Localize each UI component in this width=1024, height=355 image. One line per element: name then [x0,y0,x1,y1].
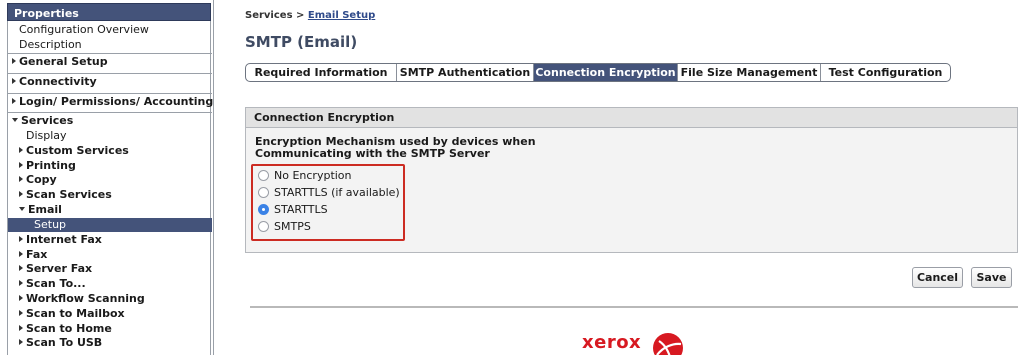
tab-required-information[interactable]: Required Information [246,64,397,81]
tab-test-configuration[interactable]: Test Configuration [821,64,950,81]
expand-arrow-icon [19,280,23,286]
expand-arrow-icon [19,162,23,168]
expand-arrow-icon [19,176,23,182]
expand-arrow-icon [19,339,23,345]
highlight-box: No Encryption STARTTLS (if available) ST… [251,164,405,241]
radio-starttls-if-available[interactable]: STARTTLS (if available) [258,184,400,200]
sidebar-item-scan-to-usb[interactable]: Scan To USB [19,336,223,350]
tab-smtp-authentication[interactable]: SMTP Authentication [397,64,534,81]
sidebar-item-internet-fax[interactable]: Internet Fax [19,233,223,247]
sidebar-item-scan-to[interactable]: Scan To... [19,277,223,291]
page-title: SMTP (Email) [245,33,358,51]
sidebar-item-services[interactable]: Services [12,114,216,128]
sidebar-item-copy[interactable]: Copy [19,173,223,187]
panel-title: Connection Encryption [246,108,1017,128]
sidebar-item-display[interactable]: Display [26,129,230,143]
tab-bar: Required Information SMTP Authentication… [245,63,951,82]
sidebar-header: Properties [7,3,211,21]
radio-unchecked-icon [258,186,269,198]
collapse-arrow-icon [19,207,25,211]
expand-arrow-icon [12,58,16,64]
sidebar-divider [8,93,212,94]
expand-arrow-icon [19,236,23,242]
expand-arrow-icon [19,295,23,301]
sidebar-tree: Configuration Overview Description Gener… [7,21,213,355]
sidebar-item-email[interactable]: Email [19,203,223,217]
collapse-arrow-icon [12,118,18,122]
expand-arrow-icon [12,98,16,104]
sidebar-divider [8,112,212,113]
expand-arrow-icon [19,310,23,316]
sidebar-item-server-fax[interactable]: Server Fax [19,262,223,276]
sidebar-item-description[interactable]: Description [19,38,223,52]
sidebar-item-custom-services[interactable]: Custom Services [19,144,223,158]
sidebar-item-scan-services[interactable]: Scan Services [19,188,223,202]
expand-arrow-icon [19,265,23,271]
radio-no-encryption[interactable]: No Encryption [258,167,352,183]
save-button[interactable]: Save [971,267,1012,288]
radio-smtps[interactable]: SMTPS [258,218,311,234]
breadcrumb-root[interactable]: Services [245,10,293,21]
sidebar-item-login-permissions[interactable]: Login/ Permissions/ Accounting [12,95,216,109]
expand-arrow-icon [19,191,23,197]
footer-divider [250,306,1018,308]
breadcrumb-current-link[interactable]: Email Setup [308,10,375,21]
breadcrumb-separator: > [296,10,305,21]
panel-description: Encryption Mechanism used by devices whe… [255,135,536,160]
sidebar-item-connectivity[interactable]: Connectivity [12,75,216,89]
sidebar-item-printing[interactable]: Printing [19,159,223,173]
sidebar-item-scan-to-home[interactable]: Scan to Home [19,322,223,336]
tab-file-size-management[interactable]: File Size Management [678,64,821,81]
sidebar-item-workflow-scanning[interactable]: Workflow Scanning [19,292,223,306]
breadcrumb: Services > Email Setup [245,10,375,21]
radio-checked-icon [258,203,269,215]
expand-arrow-icon [12,78,16,84]
xerox-logo: xerox [582,332,642,353]
cancel-button[interactable]: Cancel [912,267,963,288]
sidebar-item-fax[interactable]: Fax [19,248,223,262]
expand-arrow-icon [19,251,23,257]
tab-connection-encryption[interactable]: Connection Encryption [534,64,678,81]
sidebar-divider [8,73,212,74]
sidebar-item-email-setup[interactable]: Setup [8,218,212,232]
sidebar-item-scan-to-mailbox[interactable]: Scan to Mailbox [19,307,223,321]
sidebar-divider [8,53,212,54]
radio-unchecked-icon [258,169,269,181]
sidebar: Properties Configuration Overview Descri… [0,0,214,355]
connection-encryption-panel: Connection Encryption Encryption Mechani… [245,107,1018,253]
expand-arrow-icon [19,147,23,153]
radio-unchecked-icon [258,220,269,232]
sidebar-item-general-setup[interactable]: General Setup [12,55,216,69]
xerox-ball-icon [653,333,683,355]
sidebar-item-configuration-overview[interactable]: Configuration Overview [19,23,223,37]
expand-arrow-icon [19,325,23,331]
radio-starttls[interactable]: STARTTLS [258,201,328,217]
